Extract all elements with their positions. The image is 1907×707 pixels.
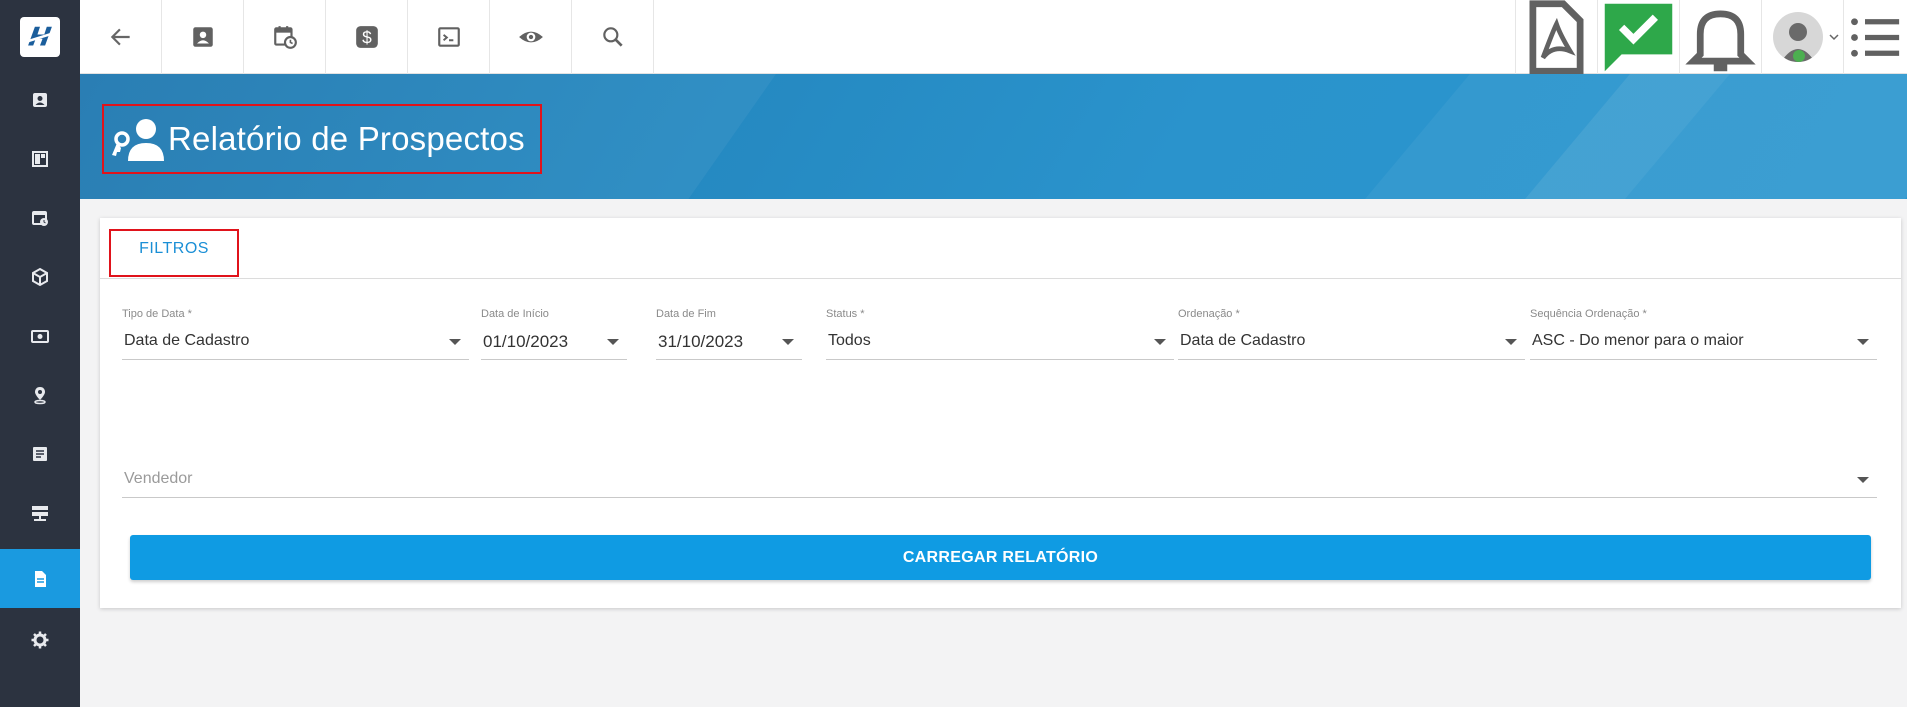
avatar bbox=[1772, 12, 1823, 62]
chevron-down-icon bbox=[1829, 34, 1839, 41]
data-fim-value: 31/10/2023 bbox=[658, 332, 744, 351]
finance-button[interactable]: $ bbox=[326, 0, 408, 74]
calendar-clock-icon bbox=[273, 26, 297, 49]
vendedor-select[interactable]: Vendedor bbox=[122, 446, 1877, 498]
terminal-button[interactable] bbox=[408, 0, 490, 74]
sidebar-item-finance[interactable] bbox=[0, 306, 80, 365]
status-select[interactable]: Status * Todos bbox=[826, 308, 1174, 360]
prospect-key-user-icon bbox=[112, 119, 164, 161]
user-menu-button[interactable] bbox=[1761, 0, 1843, 74]
app-logo bbox=[20, 17, 60, 57]
messages-button[interactable] bbox=[1597, 0, 1679, 74]
page-title: Relatório de Prospectos bbox=[168, 120, 525, 157]
pdf-button[interactable] bbox=[1515, 0, 1597, 75]
gear-icon bbox=[31, 631, 49, 648]
pdf-icon bbox=[1529, 0, 1584, 75]
notifications-button[interactable] bbox=[1679, 0, 1761, 74]
calendar-clock-icon bbox=[32, 210, 48, 226]
status-label: Status * bbox=[826, 308, 865, 320]
chevron-down-icon bbox=[782, 339, 794, 345]
chevron-down-icon bbox=[1154, 339, 1166, 345]
sidebar-item-agenda[interactable] bbox=[0, 188, 80, 247]
bell-icon bbox=[1685, 9, 1756, 71]
sidebar bbox=[0, 0, 80, 707]
sequencia-ordenacao-value: ASC - Do menor para o maior bbox=[1532, 332, 1744, 349]
chevron-down-icon bbox=[449, 339, 461, 345]
agenda-button[interactable] bbox=[244, 0, 326, 74]
box-icon bbox=[32, 267, 48, 286]
contact-card-icon bbox=[192, 27, 213, 47]
ordenacao-select[interactable]: Ordenação * Data de Cadastro bbox=[1178, 308, 1525, 360]
chevron-down-icon bbox=[1857, 339, 1869, 345]
chevron-down-icon bbox=[1857, 477, 1869, 483]
chat-check-icon bbox=[1604, 3, 1673, 71]
top-toolbar: $ bbox=[80, 0, 1907, 75]
report-icon bbox=[35, 570, 46, 587]
sidebar-item-locations[interactable] bbox=[0, 365, 80, 424]
data-inicio-field[interactable]: Data de Início 01/10/2023 bbox=[481, 308, 627, 360]
location-pin-icon bbox=[34, 386, 46, 404]
back-arrow-icon bbox=[110, 28, 130, 46]
ordenacao-value: Data de Cadastro bbox=[1180, 332, 1306, 349]
tab-filtros-label: FILTROS bbox=[139, 240, 209, 257]
tipo-data-select[interactable]: Tipo de Data * Data de Cadastro bbox=[122, 308, 469, 360]
data-fim-field[interactable]: Data de Fim 31/10/2023 bbox=[656, 308, 802, 360]
chevron-down-icon bbox=[1505, 339, 1517, 345]
sidebar-item-reports[interactable] bbox=[0, 549, 80, 608]
tab-bar: FILTROS bbox=[100, 218, 1901, 279]
back-button[interactable] bbox=[80, 0, 162, 74]
document-list-icon bbox=[33, 446, 47, 461]
page-title-box: Relatório de Prospectos bbox=[102, 104, 542, 174]
contact-card-icon bbox=[33, 92, 47, 107]
load-report-button[interactable]: CARREGAR RELATÓRIO bbox=[130, 535, 1871, 580]
search-button[interactable] bbox=[572, 0, 654, 74]
data-inicio-label: Data de Início bbox=[481, 308, 549, 320]
sidebar-item-servers[interactable] bbox=[0, 483, 80, 542]
contacts-button[interactable] bbox=[162, 0, 244, 74]
dashboard-icon bbox=[32, 150, 48, 167]
sidebar-item-products[interactable] bbox=[0, 247, 80, 306]
status-value: Todos bbox=[828, 332, 871, 349]
sidebar-item-contacts[interactable] bbox=[0, 70, 80, 129]
sequencia-ordenacao-label: Sequência Ordenação * bbox=[1530, 308, 1647, 320]
data-fim-label: Data de Fim bbox=[656, 308, 716, 320]
sidebar-item-dashboard[interactable] bbox=[0, 129, 80, 188]
menu-list-icon bbox=[1851, 17, 1900, 57]
sequencia-ordenacao-select[interactable]: Sequência Ordenação * ASC - Do menor par… bbox=[1530, 308, 1877, 360]
sidebar-item-records[interactable] bbox=[0, 424, 80, 483]
sidebar-item-settings[interactable] bbox=[0, 610, 80, 669]
page-header-banner: Relatório de Prospectos bbox=[80, 74, 1907, 199]
data-inicio-value: 01/10/2023 bbox=[483, 332, 569, 351]
eye-icon bbox=[518, 31, 543, 43]
search-icon bbox=[602, 27, 623, 47]
server-icon bbox=[32, 505, 48, 521]
svg-text:$: $ bbox=[362, 28, 372, 48]
tab-filtros[interactable]: FILTROS bbox=[109, 229, 239, 277]
dollar-icon: $ bbox=[355, 26, 378, 48]
tipo-data-value: Data de Cadastro bbox=[124, 332, 250, 349]
ordenacao-label: Ordenação * bbox=[1178, 308, 1240, 320]
terminal-icon bbox=[437, 27, 460, 47]
money-icon bbox=[31, 329, 49, 343]
tipo-data-label: Tipo de Data * bbox=[122, 308, 192, 320]
vendedor-placeholder: Vendedor bbox=[124, 470, 193, 487]
logo-area[interactable] bbox=[0, 0, 80, 74]
filters-card: FILTROS Tipo de Data * Data de Cadastro … bbox=[100, 218, 1901, 608]
main-menu-button[interactable] bbox=[1843, 0, 1907, 74]
chevron-down-icon bbox=[607, 339, 619, 345]
view-button[interactable] bbox=[490, 0, 572, 74]
